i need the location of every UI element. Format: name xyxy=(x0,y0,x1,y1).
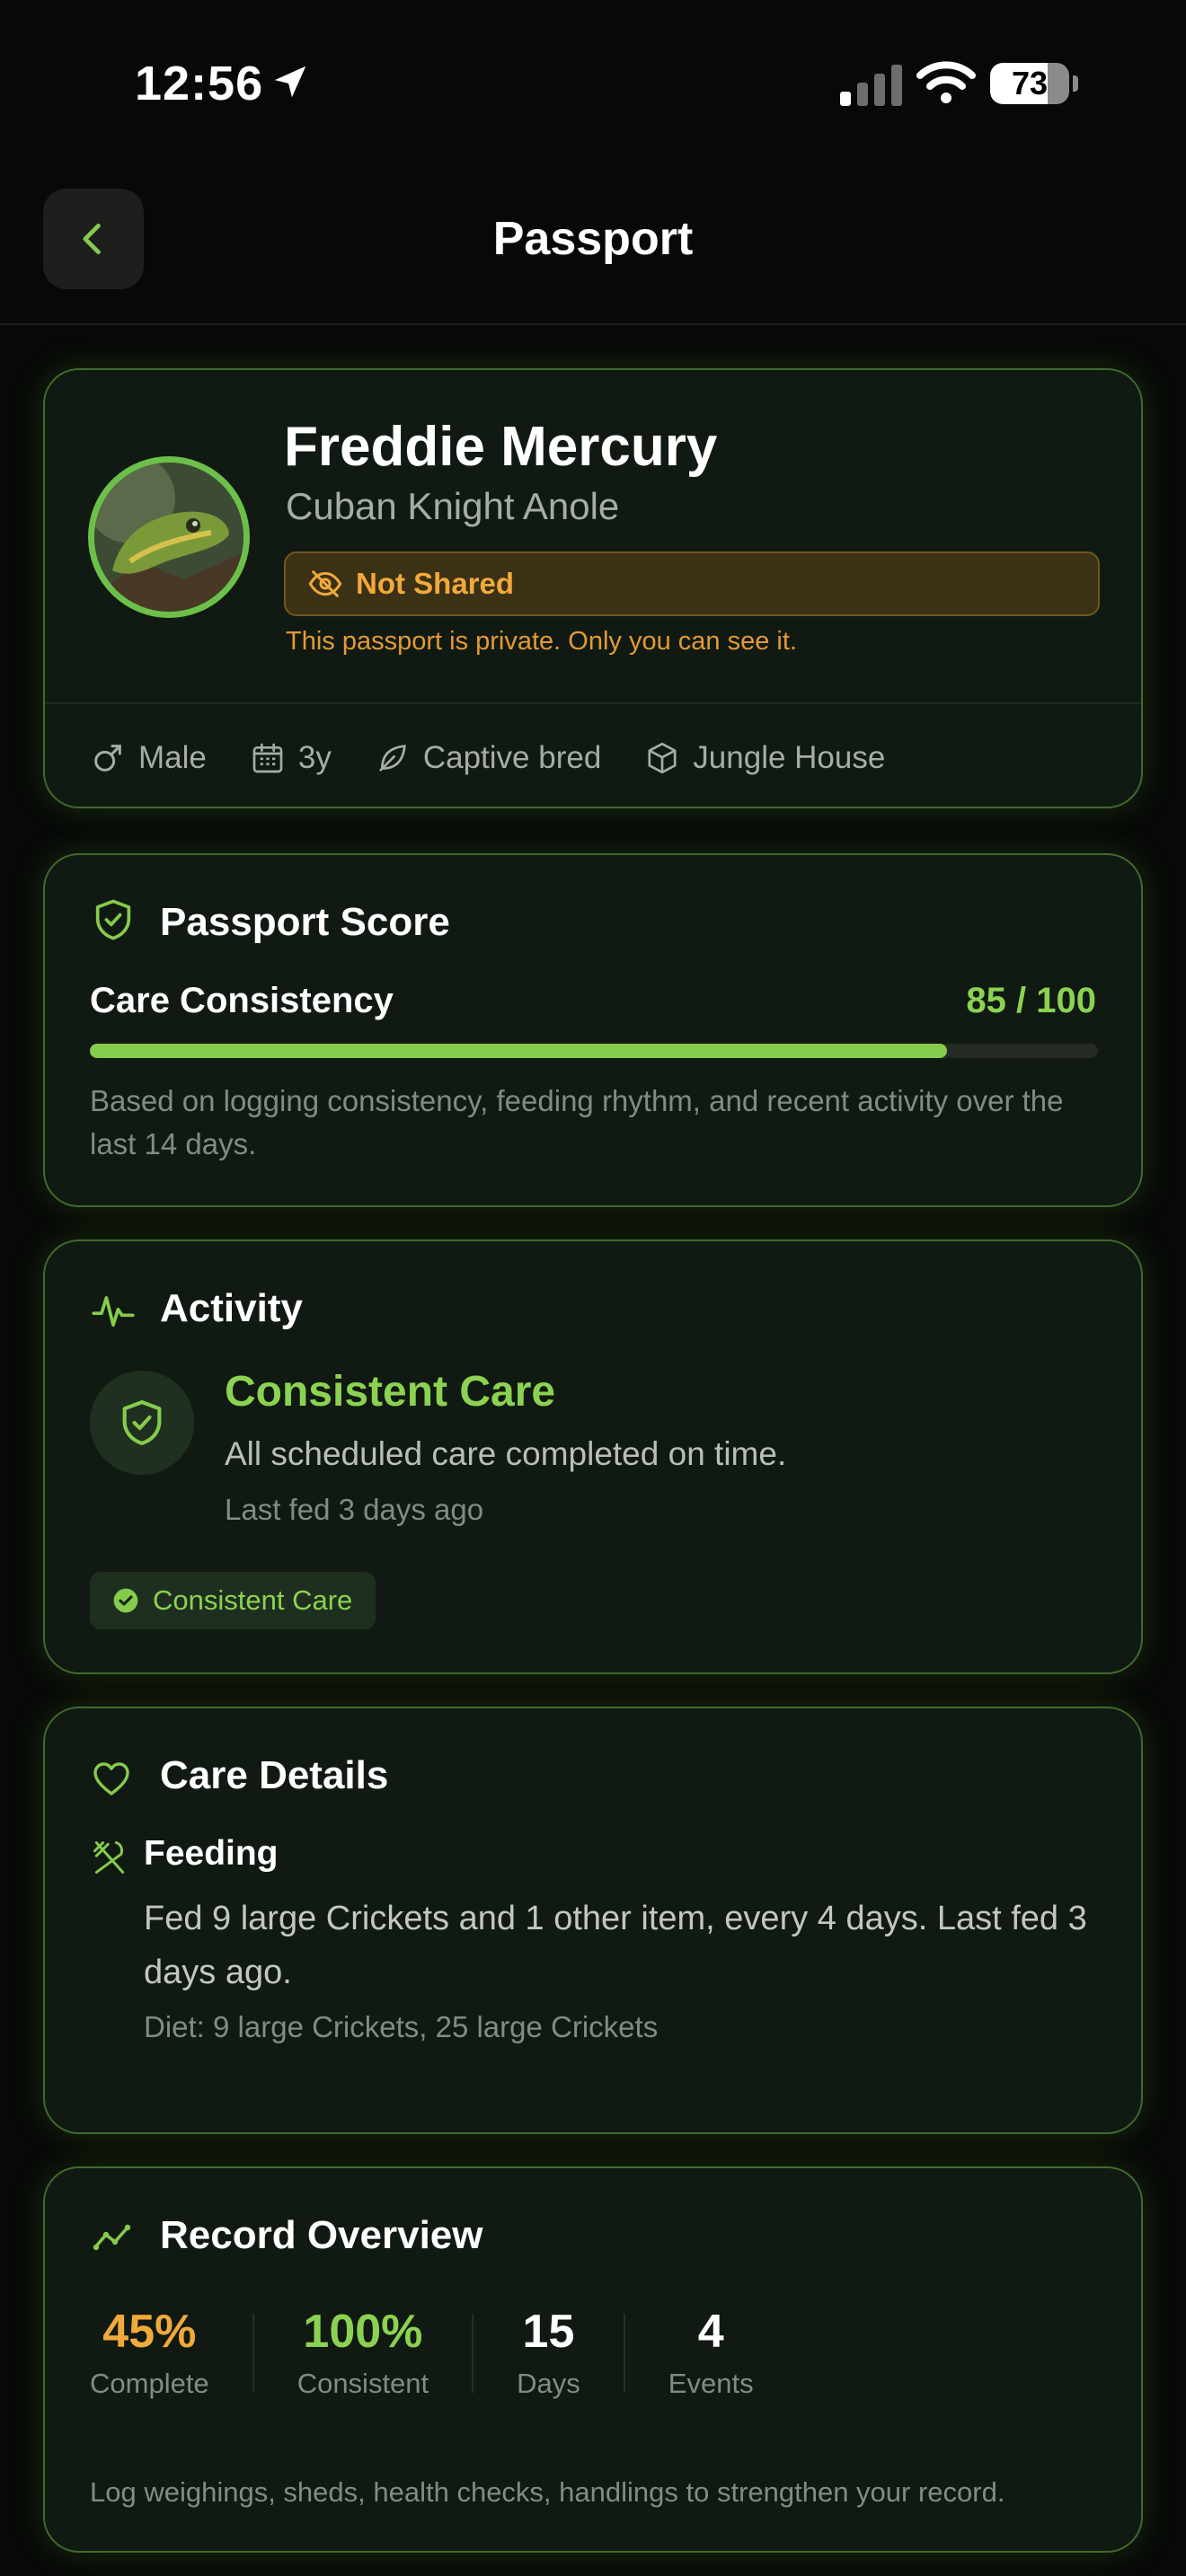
private-note: This passport is private. Only you can s… xyxy=(286,627,797,656)
stat-days: 15 Days xyxy=(517,2303,580,2420)
eye-off-icon xyxy=(308,570,342,597)
status-bar: 12:56 73 xyxy=(0,0,1186,171)
location-arrow-icon xyxy=(274,66,306,98)
stat-days-value: 15 xyxy=(522,2306,575,2358)
page-title: Passport xyxy=(492,213,694,265)
care-details-card: Care Details Feeding Fed 9 large Cricket… xyxy=(43,1707,1143,2134)
diet: Diet: 9 large Crickets, 25 large Cricket… xyxy=(144,2010,659,2043)
fact-sex-label: Male xyxy=(138,740,207,775)
passport-score-card: Passport Score Care Consistency 85 / 100… xyxy=(43,853,1143,1207)
divider xyxy=(45,702,1141,704)
fact-origin-label: Captive bred xyxy=(422,740,602,775)
check-circle-icon xyxy=(113,1588,138,1613)
activity-card: Activity Consistent Care All scheduled c… xyxy=(43,1239,1143,1674)
stat-complete: 45% Complete xyxy=(90,2303,209,2420)
shield-check-icon xyxy=(95,899,131,940)
heart-icon xyxy=(93,1762,129,1795)
fact-enclosure: Jungle House xyxy=(644,740,885,776)
utensils-icon xyxy=(93,1841,125,1874)
nav-bar: Passport xyxy=(0,171,1186,325)
stat-events-label: Events xyxy=(668,2368,754,2399)
shield-check-icon xyxy=(122,1399,162,1446)
leaf-icon xyxy=(379,745,406,772)
feeding-description: Fed 9 large Crickets and 1 other item, e… xyxy=(144,1900,1087,1991)
stat-divider xyxy=(472,2314,474,2393)
cellular-signal-icon xyxy=(840,65,902,106)
record-overview-title: Record Overview xyxy=(160,2213,483,2257)
activity-chip: Consistent Care xyxy=(90,1572,376,1629)
pet-name: Freddie Mercury xyxy=(284,416,718,478)
passport-score-title: Passport Score xyxy=(160,900,450,944)
stat-complete-value: 45% xyxy=(102,2306,197,2358)
stat-events: 4 Events xyxy=(668,2303,754,2420)
fact-enclosure-label: Jungle House xyxy=(693,740,886,775)
activity-status-badge xyxy=(90,1371,194,1475)
activity-pulse-icon xyxy=(92,1295,135,1328)
status-time: 12:56 xyxy=(135,57,264,110)
care-details-title: Care Details xyxy=(160,1753,389,1797)
stat-divider xyxy=(623,2314,625,2393)
feeding-label: Feeding xyxy=(144,1834,279,1873)
stat-consistent-value: 100% xyxy=(303,2306,423,2358)
activity-detail: All scheduled care completed on time. xyxy=(225,1435,787,1472)
fact-sex: Male xyxy=(90,740,207,776)
stat-consistent: 100% Consistent xyxy=(297,2303,429,2420)
record-note: Log weighings, sheds, health checks, han… xyxy=(90,2476,1005,2508)
record-overview-card: Record Overview 45% Complete 100% Consis… xyxy=(43,2166,1143,2553)
trend-line-icon xyxy=(93,2224,131,2251)
pet-avatar[interactable] xyxy=(88,456,250,618)
care-consistency-progress xyxy=(90,1044,1098,1058)
profile-card: Freddie Mercury Cuban Knight Anole Not S… xyxy=(43,368,1143,808)
stat-consistent-label: Consistent xyxy=(296,2368,429,2399)
male-icon xyxy=(94,745,121,772)
share-status-label: Not Shared xyxy=(356,567,515,600)
pet-species: Cuban Knight Anole xyxy=(286,485,620,527)
stat-days-label: Days xyxy=(517,2368,580,2399)
calendar-icon xyxy=(252,743,283,773)
battery-indicator: 73 xyxy=(990,63,1080,108)
care-consistency-label: Care Consistency xyxy=(90,981,394,1020)
fact-age-label: 3y xyxy=(297,740,332,775)
activity-status: Consistent Care xyxy=(225,1368,556,1416)
care-consistency-progress-fill xyxy=(90,1044,947,1058)
fact-origin: Captive bred xyxy=(375,740,601,776)
wifi-icon xyxy=(916,61,976,103)
pet-facts: Male 3y Captive bred Jungle House xyxy=(90,733,928,783)
activity-chip-label: Consistent Care xyxy=(153,1584,353,1616)
anole-photo-image xyxy=(94,463,243,612)
fact-age: 3y xyxy=(250,740,332,776)
share-status-badge[interactable]: Not Shared xyxy=(284,551,1100,616)
care-consistency-value: 85 / 100 xyxy=(966,981,1096,1020)
box-icon xyxy=(648,742,677,774)
stat-events-value: 4 xyxy=(697,2306,724,2358)
score-description: Based on logging consistency, feeding rh… xyxy=(90,1084,1064,1160)
last-fed: Last fed 3 days ago xyxy=(225,1493,484,1526)
stat-divider xyxy=(252,2314,254,2393)
activity-title: Activity xyxy=(160,1286,303,1330)
record-stats: 45% Complete 100% Consistent 15 Days 4 E… xyxy=(90,2303,754,2420)
battery-percent: 73 xyxy=(1011,65,1049,101)
stat-complete-label: Complete xyxy=(90,2368,209,2399)
